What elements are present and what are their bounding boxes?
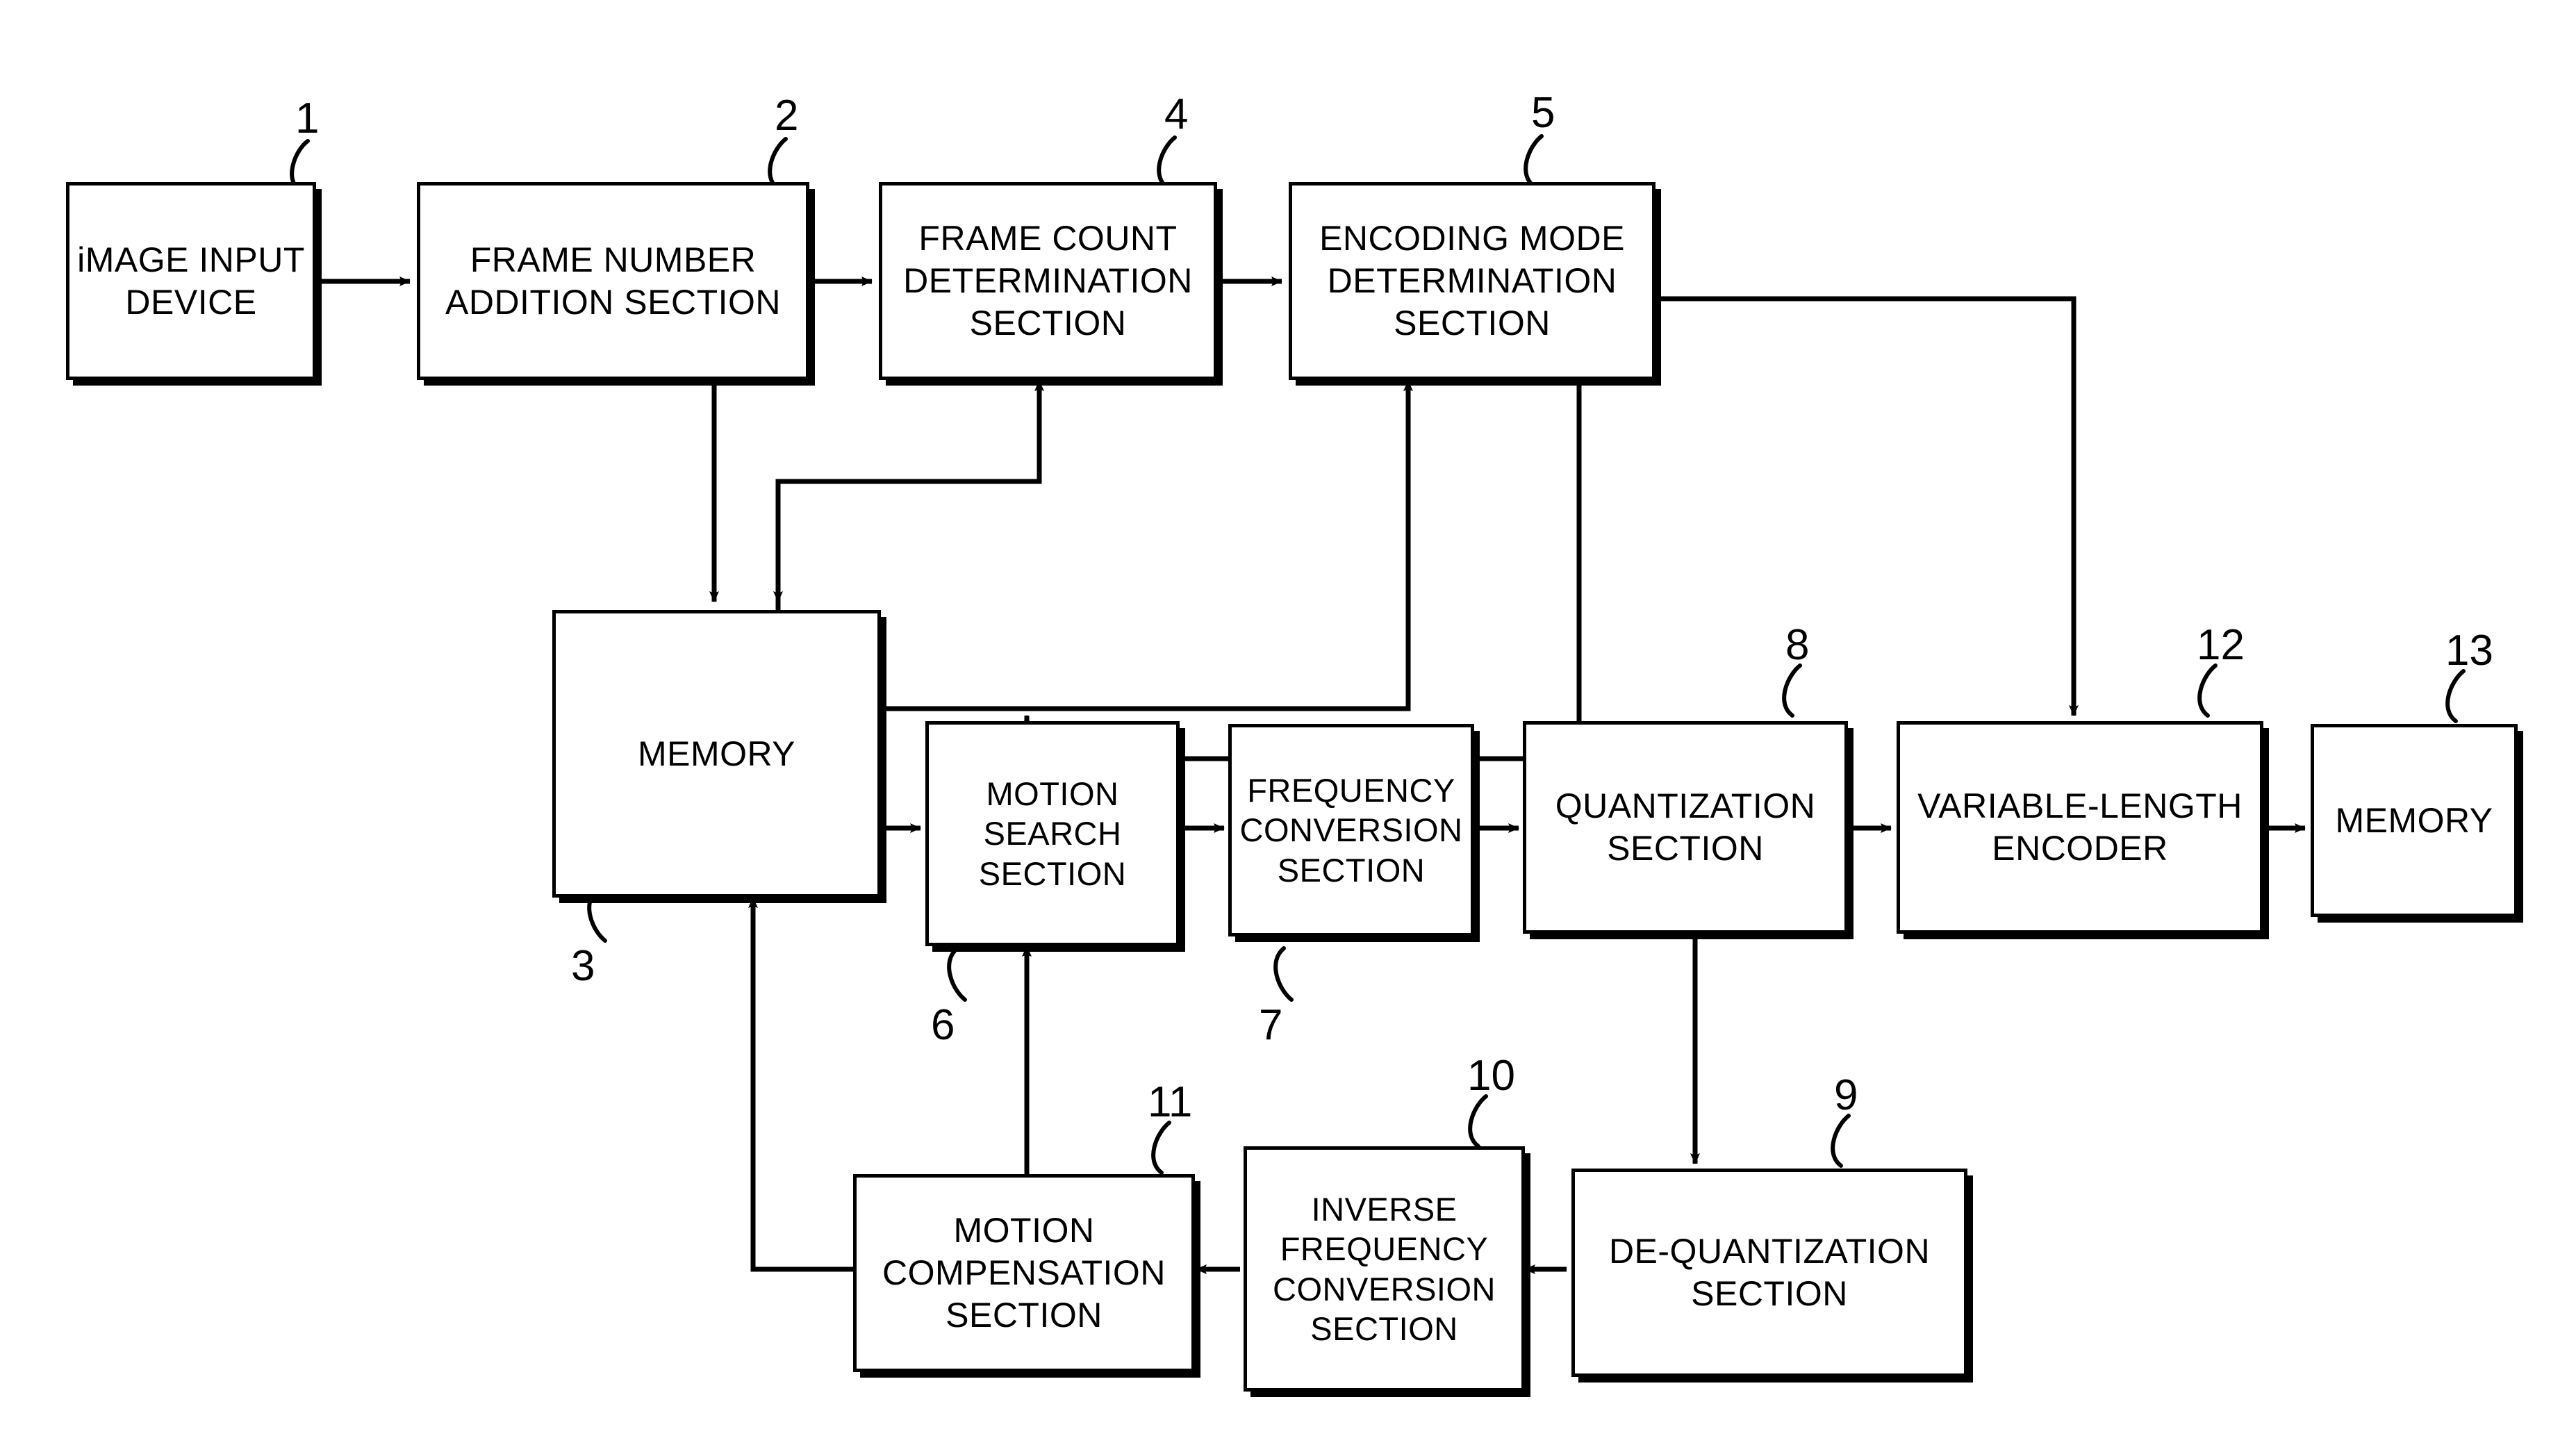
reference-numeral-10: 10	[1467, 1052, 1515, 1100]
wire-memory-to-encoding-mode	[881, 380, 1413, 711]
block-motion-search-section[interactable]: MOTION SEARCH SECTION	[925, 721, 1180, 946]
reference-numeral-2: 2	[775, 92, 799, 140]
block-label-line: ENCODING MODE	[1319, 219, 1625, 258]
leader-12	[2197, 663, 2218, 718]
block-label-line: MEMORY	[2335, 800, 2493, 840]
block-frame-number-addition-section[interactable]: FRAME NUMBER ADDITION SECTION	[417, 182, 809, 380]
block-label-line: INVERSE	[1311, 1190, 1458, 1228]
reference-numeral-9: 9	[1834, 1071, 1858, 1119]
block-label-line: VARIABLE-LENGTH	[1917, 786, 2243, 825]
block-label-line: MOTION	[953, 1211, 1095, 1250]
block-label-line: MOTION	[986, 775, 1119, 812]
block-label-line: COMPENSATION	[882, 1253, 1166, 1292]
leader-4	[1157, 135, 1177, 190]
leader-13	[2445, 669, 2466, 723]
block-label-line: ENCODER	[1992, 829, 2168, 868]
block-frequency-conversion-section[interactable]: FREQUENCY CONVERSION SECTION	[1228, 724, 1474, 936]
block-label-line: QUANTIZATION	[1555, 786, 1816, 825]
block-label-line: SEARCH	[983, 815, 1122, 852]
block-label-line: MEMORY	[637, 734, 796, 773]
block-label-line: DETERMINATION	[903, 261, 1193, 300]
reference-numeral-11: 11	[1148, 1078, 1193, 1126]
block-label-line: DETERMINATION	[1327, 261, 1617, 300]
wire-encoding-mode-to-motion-search	[1022, 381, 1582, 761]
block-label-line: FREQUENCY	[1280, 1230, 1489, 1268]
reference-numeral-1: 1	[295, 94, 320, 142]
block-label-line: FRAME NUMBER	[470, 240, 757, 279]
leader-5	[1524, 134, 1544, 188]
block-label-line: FREQUENCY	[1247, 772, 1455, 809]
leader-8	[1782, 663, 1802, 718]
block-memory-output[interactable]: MEMORY	[2311, 724, 2518, 917]
block-label-line: iMAGE INPUT	[77, 240, 305, 279]
block-label-line: DEVICE	[125, 282, 257, 322]
block-label-line: DE-QUANTIZATION	[1608, 1232, 1931, 1271]
block-frame-count-determination-section[interactable]: FRAME COUNT DETERMINATION SECTION	[879, 182, 1217, 380]
block-label-line: SECTION	[1277, 851, 1426, 889]
block-label-line: SECTION	[1691, 1274, 1848, 1313]
wire-motion-compensation-to-memory	[748, 897, 853, 1272]
leader-10	[1468, 1094, 1488, 1148]
block-de-quantization-section[interactable]: DE-QUANTIZATION SECTION	[1571, 1169, 1967, 1377]
block-motion-compensation-section[interactable]: MOTION COMPENSATION SECTION	[853, 1174, 1195, 1372]
leader-9	[1831, 1114, 1851, 1168]
leader-6	[947, 946, 967, 1002]
reference-numeral-7: 7	[1259, 1001, 1283, 1049]
block-label-line: SECTION	[1607, 829, 1764, 868]
block-variable-length-encoder[interactable]: VARIABLE-LENGTH ENCODER	[1897, 721, 2263, 934]
block-label-line: SECTION	[1394, 304, 1551, 343]
leader-11	[1151, 1121, 1171, 1175]
block-label-line: SECTION	[969, 304, 1127, 343]
block-encoding-mode-determination-section[interactable]: ENCODING MODE DETERMINATION SECTION	[1289, 182, 1656, 380]
block-label-line: FRAME COUNT	[918, 219, 1178, 258]
reference-numeral-5: 5	[1531, 89, 1555, 137]
wire-memory-to-frame-count	[775, 380, 1044, 611]
block-quantization-section[interactable]: QUANTIZATION SECTION	[1523, 721, 1848, 934]
reference-numeral-13: 13	[2445, 627, 2493, 675]
block-label-line: CONVERSION	[1239, 811, 1463, 849]
reference-numeral-4: 4	[1164, 90, 1189, 138]
leader-7	[1273, 946, 1294, 1002]
figure-canvas: iMAGE INPUT DEVICE FRAME NUMBER ADDITION…	[0, 0, 2576, 1436]
block-label-line: SECTION	[946, 1296, 1103, 1335]
block-label-line: CONVERSION	[1273, 1270, 1496, 1307]
block-inverse-frequency-conversion-section[interactable]: INVERSE FREQUENCY CONVERSION SECTION	[1244, 1146, 1525, 1392]
reference-numeral-3: 3	[571, 942, 595, 990]
reference-numeral-12: 12	[2197, 621, 2245, 669]
block-label-line: ADDITION SECTION	[445, 282, 782, 322]
block-image-input-device[interactable]: iMAGE INPUT DEVICE	[66, 182, 316, 380]
reference-numeral-8: 8	[1785, 621, 1810, 669]
reference-numeral-6: 6	[931, 1001, 955, 1049]
block-label-line: SECTION	[1310, 1310, 1458, 1347]
block-memory-main[interactable]: MEMORY	[552, 610, 881, 898]
block-label-line: SECTION	[978, 855, 1127, 892]
wire-encoding-mode-to-variable-length-encoder	[1656, 296, 2079, 716]
